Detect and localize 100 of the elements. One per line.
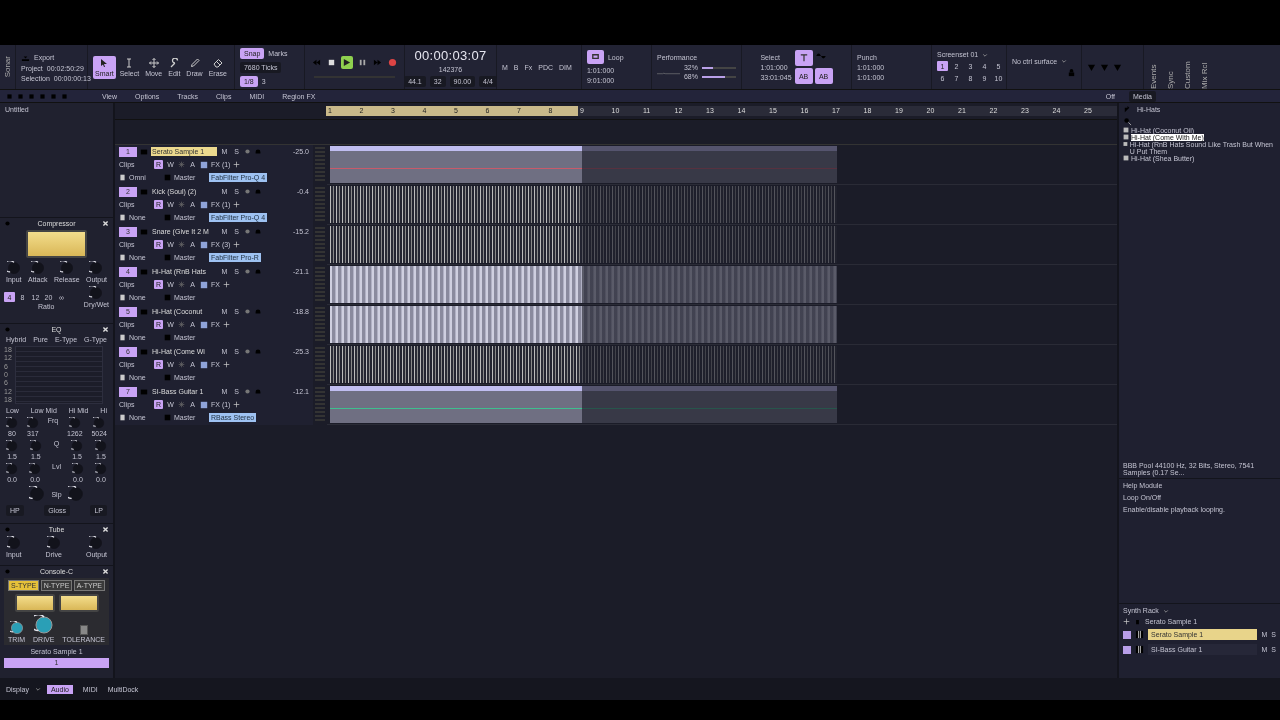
snowflake-icon[interactable]	[178, 201, 185, 208]
knob[interactable]	[94, 463, 107, 475]
clip-ghost[interactable]	[582, 146, 837, 183]
fx-bin-icon[interactable]	[200, 360, 208, 369]
fx-bin-icon[interactable]	[200, 280, 208, 289]
knob[interactable]	[6, 463, 18, 475]
marker-icon[interactable]	[1086, 62, 1096, 72]
knob[interactable]	[93, 417, 106, 429]
side-tab[interactable]: Events	[1148, 45, 1158, 89]
add-icon[interactable]	[222, 361, 230, 368]
clip-ghost[interactable]	[582, 226, 837, 263]
audio-clip[interactable]	[330, 306, 582, 343]
add-icon[interactable]	[233, 161, 241, 168]
audio-clip[interactable]	[330, 226, 582, 263]
record-arm-icon[interactable]	[244, 228, 251, 235]
loop-button[interactable]	[586, 50, 604, 64]
fx-bin-icon[interactable]	[200, 400, 208, 409]
close-icon[interactable]	[102, 568, 109, 575]
piano-icon[interactable]	[1135, 630, 1144, 639]
add-icon[interactable]	[222, 281, 230, 288]
knob[interactable]	[89, 536, 104, 550]
record-arm-icon[interactable]	[244, 268, 251, 275]
marker-icon[interactable]	[1112, 62, 1122, 72]
record-arm-icon[interactable]	[244, 188, 251, 195]
record-arm-icon[interactable]	[244, 308, 251, 315]
snowflake-icon[interactable]	[178, 241, 185, 248]
input-icon[interactable]	[119, 174, 126, 181]
search-icon[interactable]	[1123, 116, 1132, 126]
record-arm-icon[interactable]	[244, 348, 251, 355]
add-icon[interactable]	[233, 401, 241, 408]
side-tab[interactable]: Mix Rcl	[1199, 45, 1209, 89]
snowflake-icon[interactable]	[178, 401, 185, 408]
add-icon[interactable]	[233, 201, 241, 208]
snowflake-icon[interactable]	[178, 281, 185, 288]
knob[interactable]	[71, 440, 84, 452]
knob[interactable]	[67, 486, 84, 502]
knob[interactable]	[6, 261, 21, 275]
input-icon[interactable]	[119, 294, 126, 301]
audio-clip[interactable]	[330, 146, 582, 183]
close-icon[interactable]	[102, 220, 109, 227]
side-tab[interactable]: Sync	[1165, 45, 1175, 89]
knob[interactable]	[89, 286, 104, 300]
snowflake-icon[interactable]	[178, 361, 185, 368]
fx-bin-icon[interactable]	[200, 240, 208, 249]
close-icon[interactable]	[102, 526, 109, 533]
knob[interactable]	[33, 615, 54, 635]
knob[interactable]	[94, 440, 107, 452]
knob[interactable]	[30, 261, 45, 275]
stop-icon[interactable]	[326, 58, 336, 67]
snowflake-icon[interactable]	[178, 321, 185, 328]
knob[interactable]	[9, 621, 24, 635]
audio-clip[interactable]	[330, 186, 582, 223]
level-meter	[315, 387, 325, 423]
pause-icon[interactable]	[357, 58, 367, 67]
knob[interactable]	[68, 417, 81, 429]
clip-ghost[interactable]	[582, 306, 837, 343]
fx-bin-icon[interactable]	[200, 320, 208, 329]
clip-ghost[interactable]	[582, 346, 837, 383]
knob[interactable]	[26, 417, 39, 429]
knob[interactable]	[71, 463, 84, 475]
close-icon[interactable]	[102, 326, 109, 333]
knob[interactable]	[29, 440, 42, 452]
marker-icon[interactable]	[1099, 62, 1109, 72]
add-icon[interactable]	[233, 241, 241, 248]
input-icon[interactable]	[119, 214, 126, 221]
record-arm-icon[interactable]	[244, 388, 251, 395]
knob[interactable]	[89, 261, 104, 275]
caret-icon	[34, 686, 41, 692]
record-icon[interactable]	[388, 58, 398, 67]
knob[interactable]	[6, 536, 21, 550]
side-tab[interactable]: Custom	[1182, 45, 1192, 89]
clip-ghost[interactable]	[582, 186, 837, 223]
knob[interactable]	[6, 440, 18, 452]
toggle-switch[interactable]	[79, 625, 88, 635]
input-icon[interactable]	[119, 254, 126, 261]
audio-clip[interactable]	[330, 266, 582, 303]
caret-icon	[1061, 58, 1068, 64]
knob[interactable]	[29, 486, 46, 502]
snowflake-icon[interactable]	[178, 161, 185, 168]
play-button[interactable]	[340, 56, 353, 69]
knob[interactable]	[46, 536, 61, 550]
snap-select-button[interactable]	[794, 50, 813, 66]
input-icon[interactable]	[119, 414, 126, 421]
fx-bin-icon[interactable]	[200, 200, 208, 209]
input-icon[interactable]	[119, 374, 126, 381]
audio-clip[interactable]	[330, 386, 582, 423]
piano-icon[interactable]	[1135, 645, 1144, 654]
fx-bin-icon[interactable]	[200, 160, 208, 169]
audio-clip[interactable]	[330, 346, 582, 383]
clip-ghost[interactable]	[582, 386, 837, 423]
knob[interactable]	[59, 261, 74, 275]
clip-ghost[interactable]	[582, 266, 837, 303]
add-icon[interactable]	[1123, 618, 1130, 625]
level-meter	[315, 347, 325, 383]
audio-file-icon	[1123, 155, 1129, 161]
knob[interactable]	[29, 463, 41, 475]
record-arm-icon[interactable]	[244, 148, 251, 155]
input-icon[interactable]	[119, 334, 126, 341]
knob[interactable]	[6, 417, 18, 429]
add-icon[interactable]	[222, 321, 230, 328]
